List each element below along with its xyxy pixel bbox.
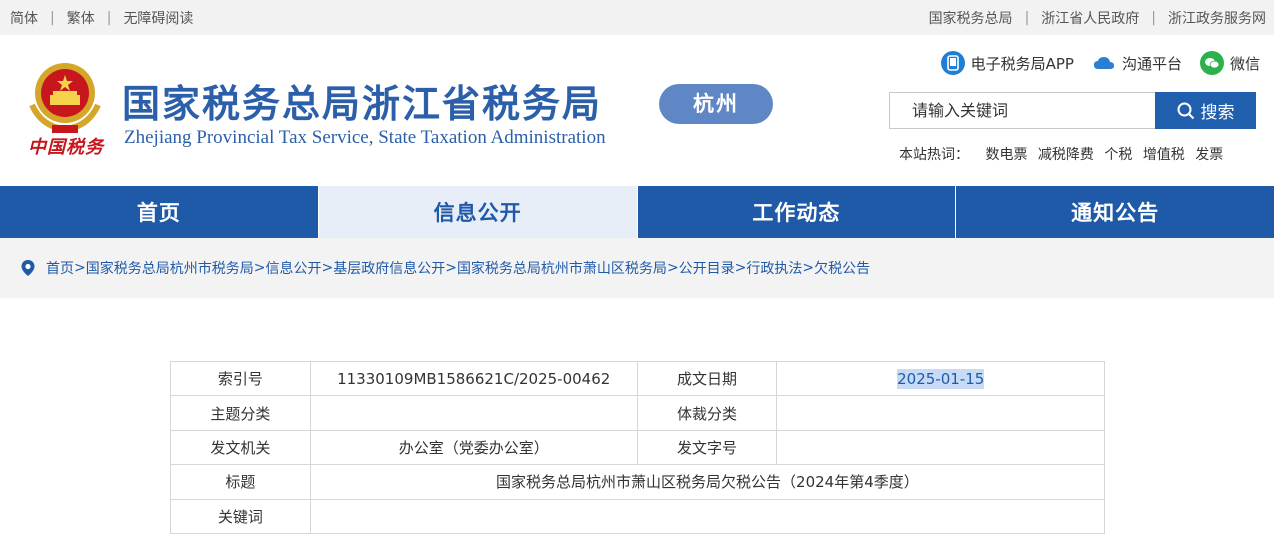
breadcrumb-link[interactable]: 首页: [46, 258, 74, 278]
nav-home[interactable]: 首页: [0, 186, 319, 238]
national-emblem-icon[interactable]: [22, 55, 108, 139]
index-label: 索引号: [170, 360, 311, 397]
phone-app-icon: [940, 51, 965, 75]
china-tax-seal-text: 中国税务: [28, 137, 104, 158]
doc-number-value: [776, 429, 1105, 466]
hot-words-label: 本站热词：: [899, 147, 969, 163]
quick-links: 电子税务局APP 沟通平台 微信: [923, 51, 1260, 75]
tax-app-label: 电子税务局APP: [970, 54, 1074, 73]
location-pin-icon: [21, 260, 35, 276]
breadcrumb-link[interactable]: 基层政府信息公开: [333, 258, 445, 278]
genre-label: 体裁分类: [636, 395, 778, 431]
external-links: 国家税务总局 | 浙江省人民政府 | 浙江政务服务网: [929, 8, 1266, 28]
divider: |: [50, 10, 55, 26]
hot-word-link[interactable]: 减税降费: [1038, 147, 1094, 163]
top-utility-bar: 简体 | 繁体 | 无障碍阅读 国家税务总局 | 浙江省人民政府 | 浙江政务服…: [0, 0, 1274, 35]
wechat-icon: [1199, 51, 1224, 75]
table-row: 索引号 11330109MB1586621C/2025-00462 成文日期 2…: [170, 360, 1105, 397]
zhejiang-service-link[interactable]: 浙江政务服务网: [1168, 8, 1266, 28]
hot-word-link[interactable]: 数电票: [985, 147, 1027, 163]
nav-work-news[interactable]: 工作动态: [637, 186, 957, 238]
main-nav: 首页 信息公开 工作动态 通知公告: [0, 186, 1274, 238]
nav-info-disclosure[interactable]: 信息公开: [318, 186, 638, 238]
title-value: 国家税务总局杭州市萧山区税务局欠税公告（2024年第4季度）: [309, 464, 1106, 500]
simplified-chinese-link[interactable]: 简体: [10, 8, 38, 28]
accessibility-link[interactable]: 无障碍阅读: [123, 8, 193, 28]
table-row: 标题 国家税务总局杭州市萧山区税务局欠税公告（2024年第4季度）: [170, 464, 1106, 500]
language-links: 简体 | 繁体 | 无障碍阅读: [10, 8, 193, 28]
breadcrumb-link[interactable]: 公开目录: [679, 258, 735, 278]
search-button[interactable]: 搜索: [1155, 92, 1256, 129]
search-box: 请输入关键词 搜索: [889, 92, 1256, 129]
index-value: 11330109MB1586621C/2025-00462: [309, 360, 638, 397]
date-label: 成文日期: [636, 360, 778, 397]
table-row: 关键词: [170, 498, 1106, 534]
site-header: 中国税务 国家税务总局浙江省税务局 Zhejiang Provincial Ta…: [0, 35, 1274, 186]
keywords-value: [309, 498, 1106, 534]
breadcrumb-link[interactable]: 国家税务总局杭州市税务局: [86, 258, 254, 278]
doc-number-label: 发文字号: [636, 429, 778, 466]
communication-platform-link[interactable]: 沟通平台: [1092, 51, 1182, 75]
issuer-value: 办公室（党委办公室）: [309, 429, 638, 466]
zhejiang-gov-link[interactable]: 浙江省人民政府: [1041, 8, 1139, 28]
table-row: 主题分类 体裁分类: [170, 395, 1105, 431]
traditional-chinese-link[interactable]: 繁体: [67, 8, 95, 28]
cloud-icon: [1092, 51, 1116, 75]
topic-value: [309, 395, 638, 431]
breadcrumb-link[interactable]: 国家税务总局杭州市萧山区税务局: [457, 258, 667, 278]
search-button-label: 搜索: [1200, 103, 1235, 123]
topic-label: 主题分类: [170, 395, 311, 431]
divider: |: [1151, 10, 1156, 26]
document-info-table: 索引号 11330109MB1586621C/2025-00462 成文日期 2…: [170, 360, 1106, 534]
communication-platform-label: 沟通平台: [1121, 54, 1182, 73]
divider: |: [1024, 10, 1030, 26]
site-title-english: Zhejiang Provincial Tax Service, State T…: [124, 127, 606, 148]
breadcrumb-link[interactable]: 信息公开: [265, 258, 321, 278]
table-row: 发文机关 办公室（党委办公室） 发文字号: [170, 429, 1105, 466]
breadcrumb-link[interactable]: 行政执法: [746, 258, 802, 278]
date-value[interactable]: 2025-01-15: [897, 368, 985, 389]
hot-words: 本站热词： 数电票 减税降费 个税 增值税 发票: [899, 144, 1229, 164]
wechat-label: 微信: [1229, 54, 1260, 73]
city-badge[interactable]: 杭州: [659, 84, 773, 124]
wechat-link[interactable]: 微信: [1199, 51, 1260, 75]
search-icon: [1177, 102, 1194, 119]
title-label: 标题: [170, 464, 311, 500]
nav-notices[interactable]: 通知公告: [956, 186, 1274, 238]
search-input[interactable]: 请输入关键词: [889, 92, 1156, 129]
keywords-label: 关键词: [170, 498, 311, 534]
site-title[interactable]: 国家税务总局浙江省税务局: [122, 73, 602, 128]
date-cell: 2025-01-15: [776, 360, 1105, 397]
issuer-label: 发文机关: [170, 429, 311, 466]
hot-word-link[interactable]: 个税: [1104, 147, 1132, 163]
genre-value: [776, 395, 1105, 431]
breadcrumb-link[interactable]: 欠税公告: [814, 258, 870, 278]
tax-app-link[interactable]: 电子税务局APP: [940, 51, 1074, 75]
breadcrumb: 首页 > 国家税务总局杭州市税务局 > 信息公开 > 基层政府信息公开 > 国家税务总局…: [0, 238, 1274, 298]
sta-link[interactable]: 国家税务总局: [929, 8, 1013, 28]
divider: |: [106, 10, 112, 26]
hot-word-link[interactable]: 增值税: [1143, 147, 1185, 163]
hot-word-link[interactable]: 发票: [1195, 147, 1223, 163]
